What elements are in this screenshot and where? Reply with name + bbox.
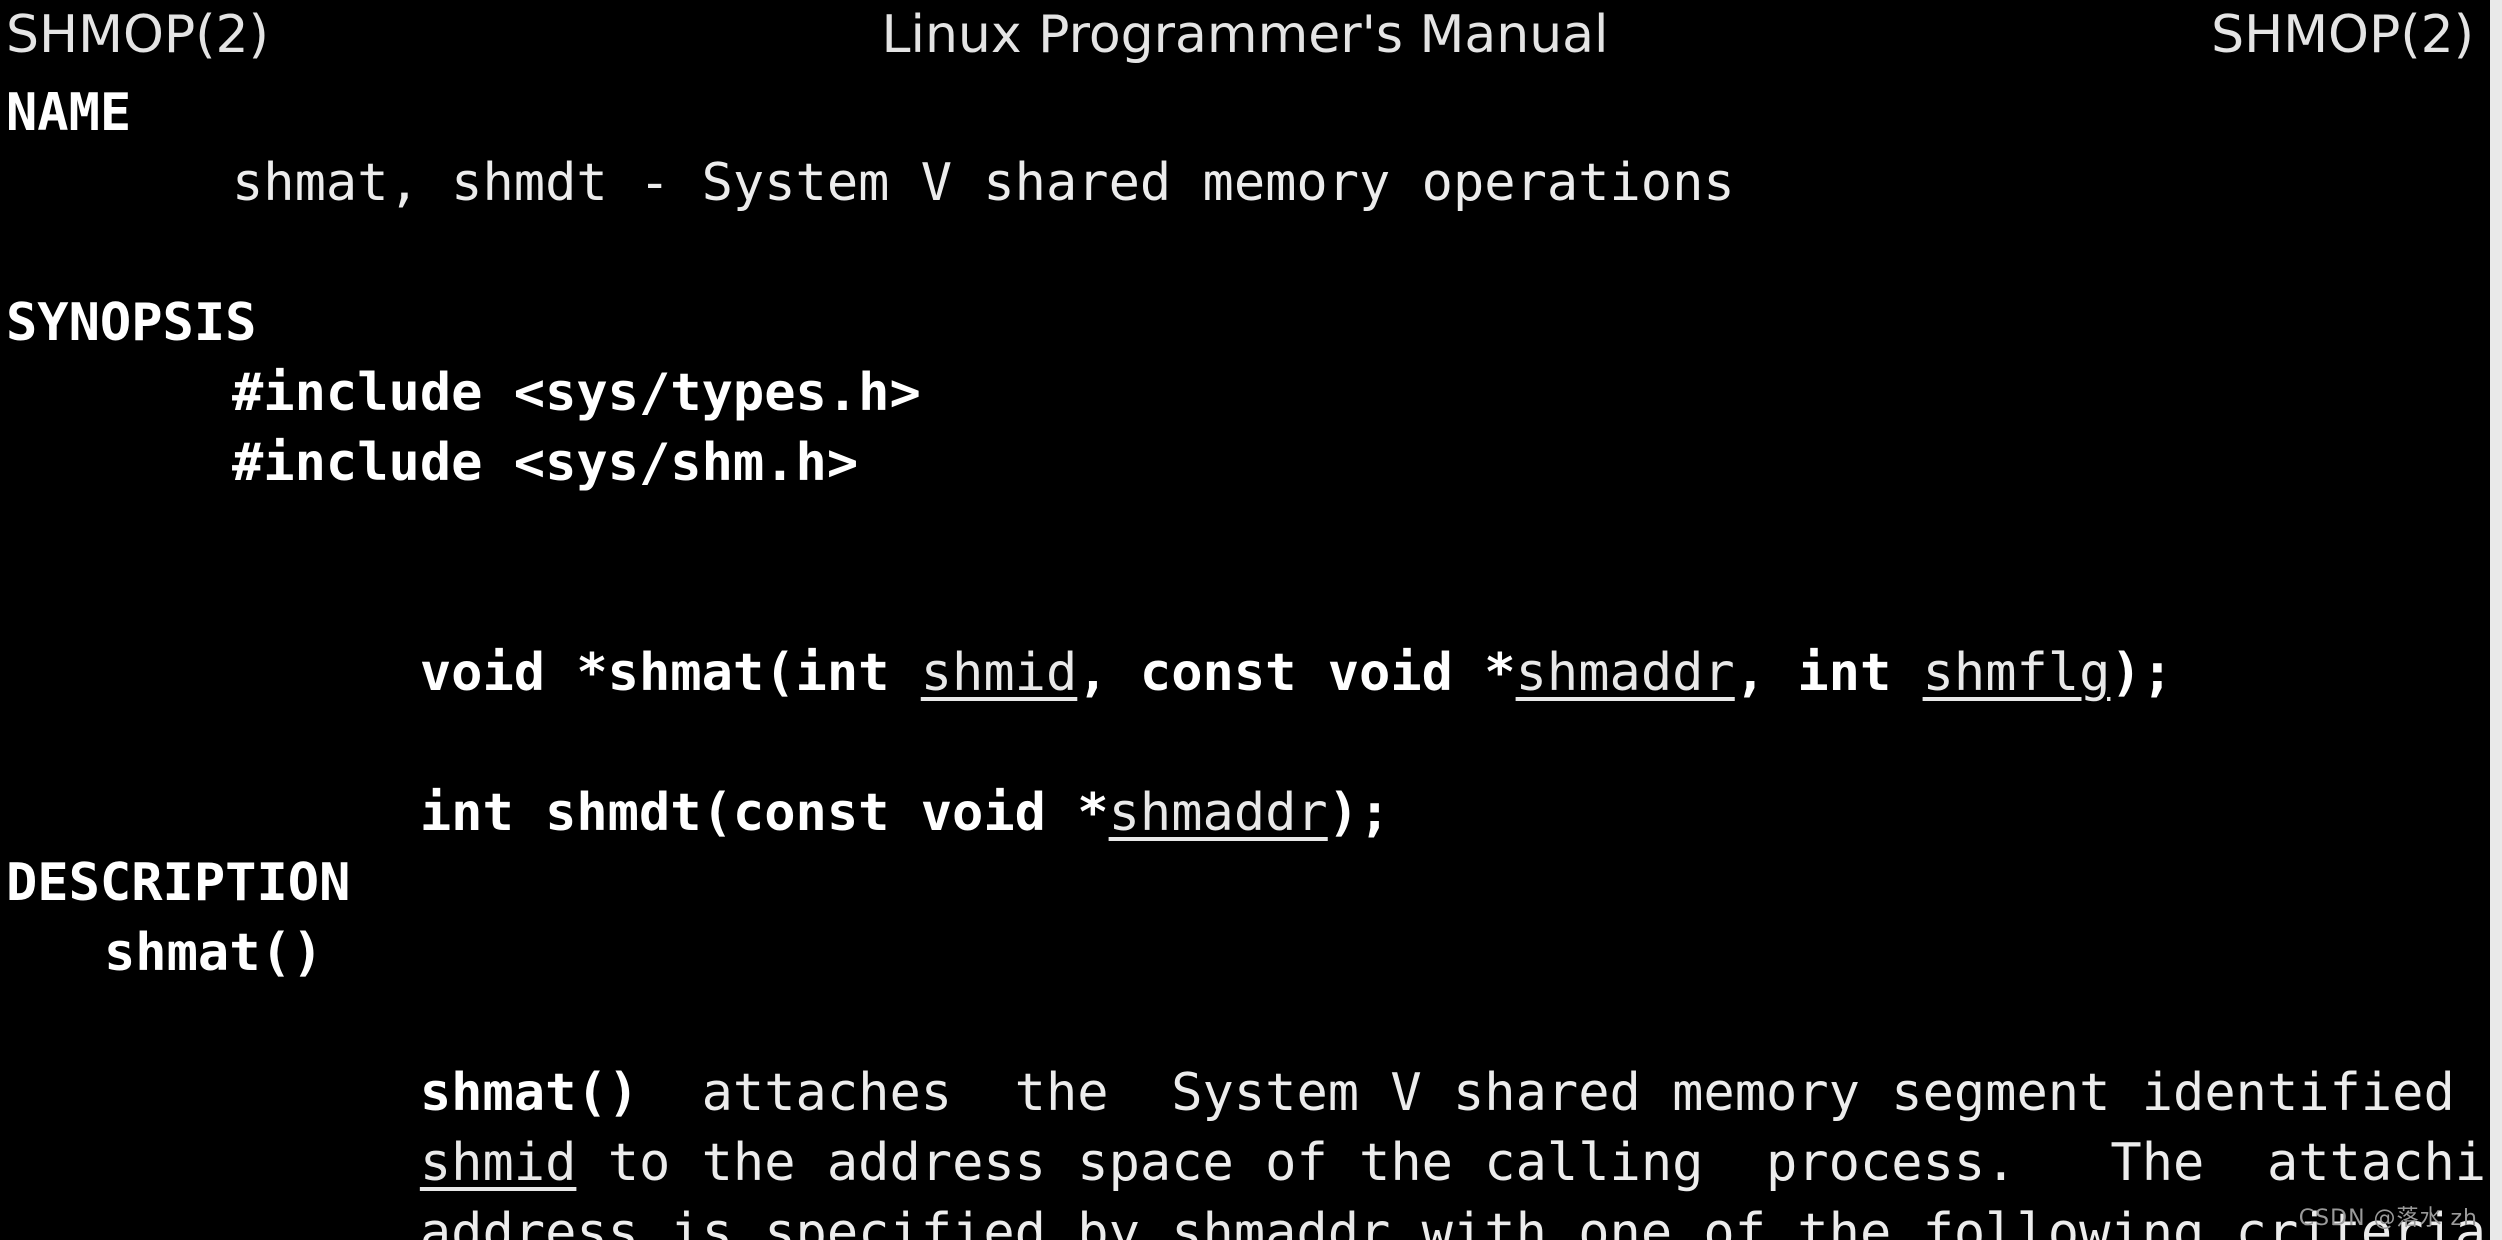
shmat-proto-part1: void *shmat(int: [419, 643, 921, 703]
csdn-watermark: CSDN @落水 zh: [2298, 1206, 2478, 1231]
shmdt-arg-shmaddr: shmaddr: [1108, 783, 1328, 843]
description-line3-pre: address is specified by: [419, 1203, 1172, 1240]
section-heading-description: DESCRIPTION: [6, 853, 351, 913]
header-center-title: Linux Programmer's Manual: [881, 5, 1609, 65]
subsection-heading-shmat: shmat(): [104, 923, 324, 983]
description-ital-shmaddr: shmaddr: [1171, 1203, 1391, 1240]
shmat-proto-part4: );: [2110, 643, 2174, 703]
page-right-edge-strip: [2490, 0, 2502, 1240]
shmdt-proto-part2: );: [1327, 783, 1391, 843]
shmat-arg-shmid: shmid: [920, 643, 1078, 703]
man-page-content: SHMOP(2) Linux Programmer's Manual SHMOP…: [0, 0, 2502, 1240]
shmat-proto-part2: , const void *: [1077, 643, 1516, 703]
shmdt-proto-part1: int shmdt(const void *: [419, 783, 1109, 843]
description-paragraph-line-3: address is specified by shmaddr with one…: [0, 1128, 2502, 1240]
section-heading-synopsis: SYNOPSIS: [6, 293, 257, 353]
shmat-arg-shmflg: shmflg: [1922, 643, 2111, 703]
synopsis-include-types: #include <sys/types.h>: [232, 363, 921, 423]
shmat-proto-part3: , int: [1734, 643, 1923, 703]
synopsis-include-shm: #include <sys/shm.h>: [232, 433, 859, 493]
name-body-text: shmat, shmdt - System V shared memory op…: [232, 153, 1735, 213]
header-right-title: SHMOP(2): [2211, 5, 2474, 65]
man-page-header: SHMOP(2) Linux Programmer's Manual SHMOP…: [0, 0, 2490, 70]
terminal-man-page: SHMOP(2) Linux Programmer's Manual SHMOP…: [0, 0, 2502, 1240]
header-left-title: SHMOP(2): [6, 5, 269, 65]
section-heading-name: NAME: [6, 83, 132, 143]
shmat-arg-shmaddr: shmaddr: [1515, 643, 1735, 703]
